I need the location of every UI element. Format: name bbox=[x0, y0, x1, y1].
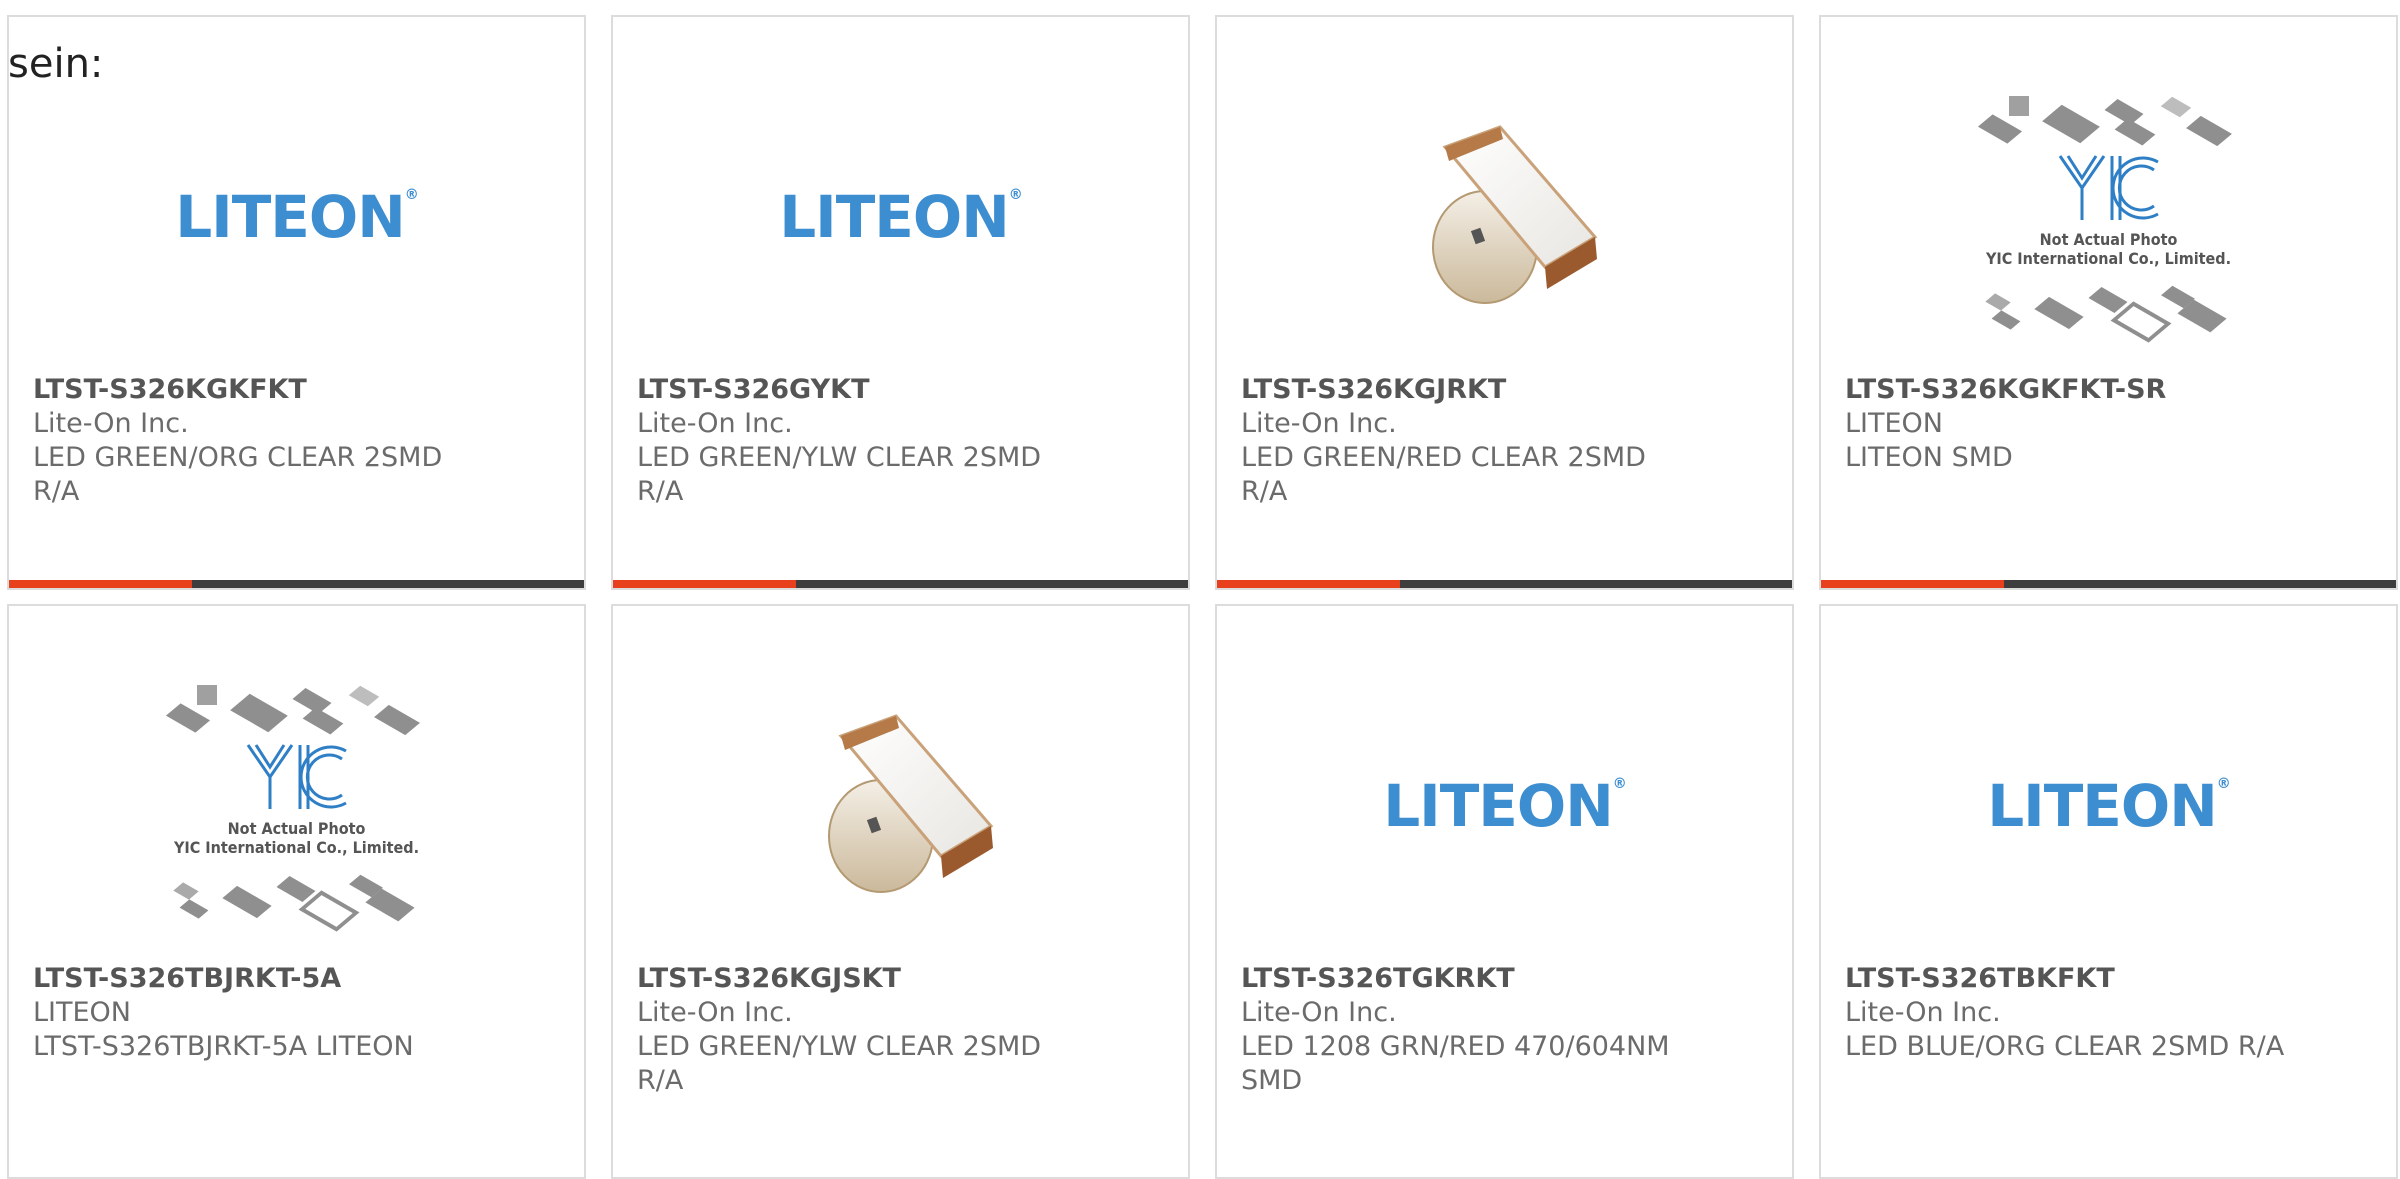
manufacturer: Lite-On Inc. bbox=[1241, 997, 1397, 1028]
chip-icons-top bbox=[157, 681, 437, 741]
registered-mark-icon: ® bbox=[2216, 776, 2231, 792]
product-image[interactable]: Not Actual Photo YIC International Co., … bbox=[9, 666, 584, 946]
description-line: R/A bbox=[637, 476, 684, 507]
product-card[interactable]: Not Actual Photo YIC International Co., … bbox=[7, 604, 586, 1179]
description-line: LED GREEN/YLW CLEAR 2SMD bbox=[637, 1031, 1042, 1062]
registered-mark-icon: ® bbox=[1008, 187, 1023, 203]
product-card[interactable]: LITEON® LTST-S326TGKRKT Lite-On Inc. LED 1… bbox=[1215, 604, 1794, 1179]
intro-text: sein: bbox=[8, 41, 104, 87]
description-line: LED GREEN/ORG CLEAR 2SMD bbox=[33, 442, 443, 473]
liteon-logo: LITEON® bbox=[1383, 772, 1627, 840]
chip-icons-bottom bbox=[1969, 282, 2249, 343]
liteon-logo: LITEON® bbox=[175, 183, 419, 251]
liteon-logo: LITEON® bbox=[1987, 772, 2231, 840]
product-info: LTST-S326KGJSKT Lite-On Inc. LED GREEN/YLW… bbox=[637, 962, 1168, 1098]
product-info: LTST-S326KGJRKT Lite-On Inc. LED GREEN/RED… bbox=[1241, 373, 1772, 509]
manufacturer: Lite-On Inc. bbox=[1241, 408, 1397, 439]
description-line: R/A bbox=[33, 476, 80, 507]
product-info: LTST-S326KGKFKT Lite-On Inc. LED GREEN/ORG… bbox=[33, 373, 564, 509]
product-image[interactable] bbox=[613, 666, 1188, 946]
yic-placeholder-image: Not Actual Photo YIC International Co., … bbox=[157, 681, 437, 932]
registered-mark-icon: ® bbox=[404, 187, 419, 203]
part-number-link[interactable]: LTST-S326KGJSKT bbox=[637, 962, 1168, 996]
yic-note-line-2: YIC International Co., Limited. bbox=[1985, 249, 2232, 268]
description-line: R/A bbox=[1241, 476, 1288, 507]
part-number-link[interactable]: LTST-S326TBKFKT bbox=[1845, 962, 2376, 996]
yic-placeholder-image: Not Actual Photo YIC International Co., … bbox=[1969, 92, 2249, 343]
product-image[interactable]: LITEON® bbox=[1217, 666, 1792, 946]
manufacturer: LITEON bbox=[1845, 408, 1944, 439]
manufacturer: Lite-On Inc. bbox=[33, 408, 189, 439]
product-card[interactable]: LTST-S326KGJSKT Lite-On Inc. LED GREEN/YLW… bbox=[611, 604, 1190, 1179]
product-image[interactable]: Not Actual Photo YIC International Co., … bbox=[1821, 77, 2396, 357]
liteon-logo-text: LITEON bbox=[1383, 772, 1614, 840]
card-hover-bar-accent bbox=[1217, 580, 1400, 588]
product-info: LTST-S326GYKT Lite-On Inc. LED GREEN/YLW C… bbox=[637, 373, 1168, 509]
manufacturer: LITEON bbox=[33, 997, 132, 1028]
manufacturer: Lite-On Inc. bbox=[1845, 997, 2001, 1028]
card-hover-bar-accent bbox=[1821, 580, 2004, 588]
yic-note-line-2: YIC International Co., Limited. bbox=[173, 838, 420, 857]
yic-note-line-1: Not Actual Photo bbox=[2039, 230, 2178, 249]
product-image[interactable] bbox=[1217, 77, 1792, 357]
card-hover-bar bbox=[1217, 580, 1792, 588]
led-photo bbox=[827, 714, 993, 893]
product-image[interactable]: LITEON® bbox=[9, 77, 584, 357]
description-line: LITEON SMD bbox=[1845, 442, 2013, 473]
chip-icons-bottom bbox=[157, 871, 437, 932]
yic-note-line-1: Not Actual Photo bbox=[227, 819, 366, 838]
product-card[interactable]: LITEON® LTST-S326TBKFKT Lite-On Inc. LED B… bbox=[1819, 604, 2398, 1179]
part-number-link[interactable]: LTST-S326TBJRKT-5A bbox=[33, 962, 564, 996]
yic-logo bbox=[1969, 150, 2249, 230]
liteon-logo-text: LITEON bbox=[779, 183, 1010, 251]
product-card[interactable]: Not Actual Photo YIC International Co., … bbox=[1819, 15, 2398, 590]
product-card[interactable]: LITEON® LTST-S326KGKFKT Lite-On Inc. LED G… bbox=[7, 15, 586, 590]
description-line: R/A bbox=[637, 1065, 684, 1096]
yic-logo bbox=[157, 739, 437, 819]
manufacturer: Lite-On Inc. bbox=[637, 408, 793, 439]
card-hover-bar-accent bbox=[613, 580, 796, 588]
card-hover-bar bbox=[613, 580, 1188, 588]
product-info: LTST-S326TGKRKT Lite-On Inc. LED 1208 GRN/… bbox=[1241, 962, 1772, 1098]
product-card[interactable]: LITEON® LTST-S326GYKT Lite-On Inc. LED GRE… bbox=[611, 15, 1190, 590]
manufacturer: Lite-On Inc. bbox=[637, 997, 793, 1028]
description-line: LED GREEN/RED CLEAR 2SMD bbox=[1241, 442, 1646, 473]
liteon-logo: LITEON® bbox=[779, 183, 1023, 251]
description-line: LED GREEN/YLW CLEAR 2SMD bbox=[637, 442, 1042, 473]
card-hover-bar bbox=[9, 580, 584, 588]
part-number-link[interactable]: LTST-S326KGJRKT bbox=[1241, 373, 1772, 407]
liteon-logo-text: LITEON bbox=[175, 183, 406, 251]
product-card[interactable]: LTST-S326KGJRKT Lite-On Inc. LED GREEN/RED… bbox=[1215, 15, 1794, 590]
led-photo bbox=[1431, 125, 1597, 304]
part-number-link[interactable]: LTST-S326GYKT bbox=[637, 373, 1168, 407]
description-line: SMD bbox=[1241, 1065, 1303, 1096]
part-number-link[interactable]: LTST-S326KGKFKT bbox=[33, 373, 564, 407]
card-hover-bar-accent bbox=[9, 580, 192, 588]
description-line: LED BLUE/ORG CLEAR 2SMD R/A bbox=[1845, 1031, 2285, 1062]
registered-mark-icon: ® bbox=[1612, 776, 1627, 792]
product-image[interactable]: LITEON® bbox=[1821, 666, 2396, 946]
product-info: LTST-S326TBJRKT-5A LITEON LTST-S326TBJRKT-… bbox=[33, 962, 564, 1064]
part-number-link[interactable]: LTST-S326KGKFKT-SR bbox=[1845, 373, 2376, 407]
product-info: LTST-S326KGKFKT-SR LITEON LITEON SMD bbox=[1845, 373, 2376, 475]
chip-icons-top bbox=[1969, 92, 2249, 152]
product-image[interactable]: LITEON® bbox=[613, 77, 1188, 357]
description-line: LED 1208 GRN/RED 470/604NM bbox=[1241, 1031, 1670, 1062]
description-line: LTST-S326TBJRKT-5A LITEON bbox=[33, 1031, 414, 1062]
product-info: LTST-S326TBKFKT Lite-On Inc. LED BLUE/ORG … bbox=[1845, 962, 2376, 1064]
part-number-link[interactable]: LTST-S326TGKRKT bbox=[1241, 962, 1772, 996]
liteon-logo-text: LITEON bbox=[1987, 772, 2218, 840]
card-hover-bar bbox=[1821, 580, 2396, 588]
